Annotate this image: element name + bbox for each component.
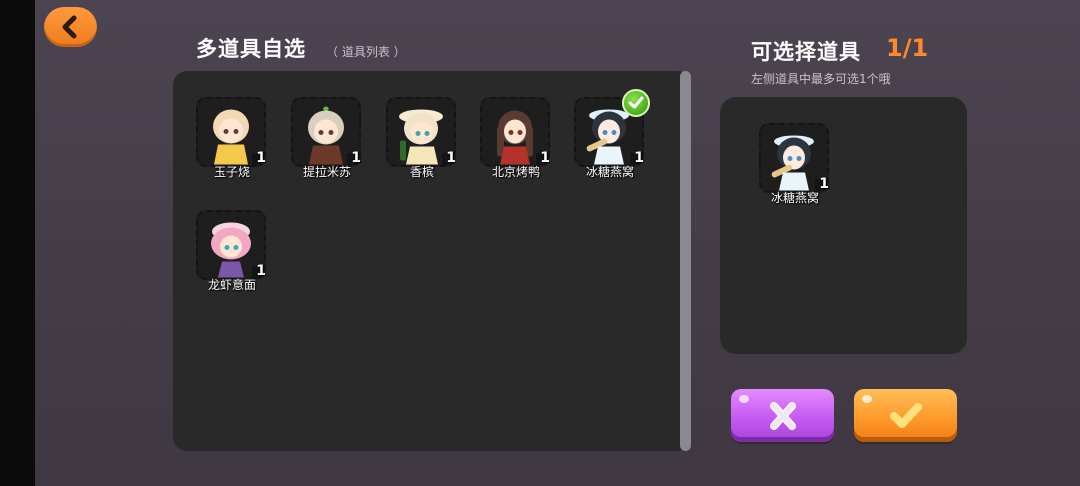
character-portrait-icon (497, 110, 533, 165)
item-name: 冰糖燕窝 (770, 191, 819, 205)
item-name: 提拉米苏 (302, 165, 351, 179)
confirm-button[interactable] (854, 389, 957, 442)
item-name: 龙虾意面 (207, 278, 256, 292)
character-portrait-icon (399, 109, 443, 165)
item-card[interactable]: 1 北京烤鸭 (478, 95, 554, 185)
cancel-button[interactable] (731, 389, 834, 442)
item-name: 北京烤鸭 (491, 165, 540, 179)
character-portrait-icon (211, 222, 251, 278)
selection-count: 1/1 (886, 34, 929, 62)
item-list-title: 多道具自选 (196, 37, 306, 61)
item-list-scrollbar[interactable] (680, 71, 691, 451)
character-portrait-icon (586, 109, 629, 165)
item-name: 冰糖燕窝 (585, 165, 634, 179)
back-button[interactable] (44, 7, 97, 47)
selected-check-icon (622, 89, 650, 117)
button-shine (739, 395, 749, 403)
item-name: 香槟 (409, 165, 434, 179)
chevron-left-icon (62, 15, 76, 39)
character-portrait-icon (308, 106, 344, 165)
item-list-subtitle: （ 道具列表 ） (326, 45, 406, 59)
item-card[interactable]: 1 香槟 (384, 95, 460, 185)
item-card[interactable]: 1 龙虾意面 (194, 208, 270, 298)
item-card[interactable]: 1 玉子烧 (194, 95, 270, 185)
item-card-selected[interactable]: 1 冰糖燕窝 (572, 89, 650, 185)
close-icon (769, 401, 796, 430)
selectable-title: 可选择道具 (751, 40, 861, 64)
selection-hint: 左侧道具中最多可选1个哦 (751, 72, 891, 86)
selected-item-card[interactable]: 1 冰糖燕窝 (757, 121, 833, 211)
character-portrait-icon (771, 135, 814, 191)
item-name: 玉子烧 (213, 165, 250, 179)
checkmark-icon (889, 402, 922, 428)
screen: 多道具自选 （ 道具列表 ） 1 玉子烧 1 提拉米苏 1 香槟 1 北京烤鸭 … (0, 0, 1080, 486)
button-shine (862, 395, 872, 403)
item-card[interactable]: 1 提拉米苏 (289, 95, 365, 185)
character-portrait-icon (213, 109, 249, 165)
